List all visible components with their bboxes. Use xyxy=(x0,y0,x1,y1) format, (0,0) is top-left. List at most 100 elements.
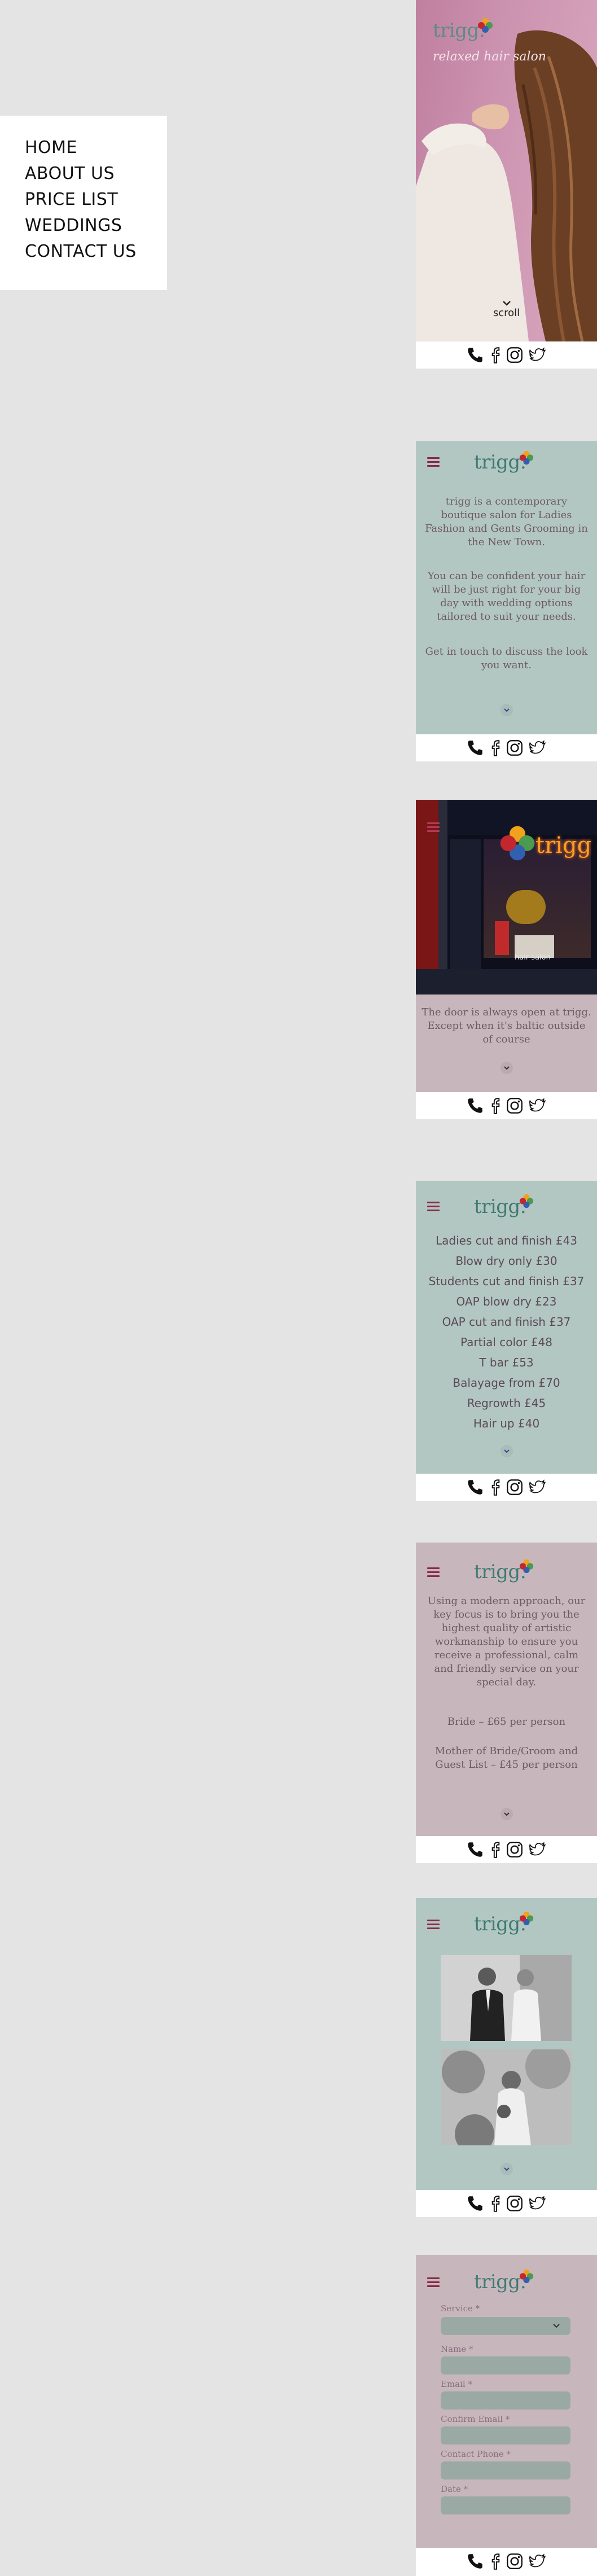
facebook-icon[interactable] xyxy=(486,2194,506,2213)
social-bar xyxy=(416,1092,597,1119)
price-item: Partial color £48 xyxy=(460,1335,552,1349)
contact-panel: trigg. Service * Name * Email * Confirm … xyxy=(416,2255,597,2548)
twitter-icon[interactable] xyxy=(528,738,547,757)
service-select[interactable] xyxy=(441,2317,570,2335)
storefront-caption: The door is always open at trigg. Except… xyxy=(422,1006,591,1045)
price-item: Regrowth £45 xyxy=(467,1396,546,1410)
instagram-icon[interactable] xyxy=(505,2552,524,2571)
storefront-image: trigg hair salon xyxy=(416,800,597,995)
price-item: Hair up £40 xyxy=(473,1417,540,1430)
phone-icon[interactable] xyxy=(466,345,485,365)
menu-toggle-button[interactable] xyxy=(427,457,440,469)
price-item: OAP cut and finish £37 xyxy=(442,1315,571,1329)
twitter-icon[interactable] xyxy=(528,2194,547,2213)
flower-logo-icon xyxy=(519,450,534,465)
menu-item-contact-us[interactable]: CONTACT US xyxy=(25,239,167,265)
instagram-icon[interactable] xyxy=(505,2194,524,2213)
phone-icon[interactable] xyxy=(466,2194,485,2213)
name-field[interactable] xyxy=(441,2356,570,2375)
chevron-down-icon xyxy=(503,1066,510,1070)
facebook-icon[interactable] xyxy=(486,1478,506,1497)
price-item: OAP blow dry £23 xyxy=(456,1295,557,1308)
scroll-down-button[interactable] xyxy=(500,1808,513,1820)
wedding-photo-couple[interactable] xyxy=(441,1955,572,2041)
chevron-down-icon xyxy=(503,708,510,712)
facebook-icon[interactable] xyxy=(486,345,506,365)
hero-tagline: relaxed hair salon xyxy=(433,50,546,64)
menu-toggle-button[interactable] xyxy=(427,2277,440,2289)
about-weddings: You can be confident your hair will be j… xyxy=(427,570,586,623)
twitter-icon[interactable] xyxy=(528,1478,547,1497)
scroll-down-button[interactable] xyxy=(500,2163,513,2175)
chevron-down-icon xyxy=(502,301,511,306)
confirm-email-field[interactable] xyxy=(441,2426,570,2444)
social-bar xyxy=(416,2190,597,2217)
twitter-icon[interactable] xyxy=(528,2552,547,2571)
scroll-indicator[interactable]: scroll xyxy=(416,300,597,319)
wedding-photo-bride[interactable] xyxy=(441,2049,572,2145)
instagram-icon[interactable] xyxy=(505,345,524,365)
weddings-panel: trigg. Using a modern approach, our key … xyxy=(416,1543,597,1836)
prices-panel: trigg. Ladies cut and finish £43 Blow dr… xyxy=(416,1181,597,1474)
price-item: Ladies cut and finish £43 xyxy=(435,1234,578,1247)
flower-logo-icon xyxy=(519,1911,534,1926)
menu-item-home[interactable]: HOME xyxy=(25,135,167,161)
storefront-panel: trigg hair salon The door is always open… xyxy=(416,800,597,1092)
chevron-down-icon xyxy=(503,1449,510,1453)
scroll-label: scroll xyxy=(493,307,520,319)
main-menu: HOME ABOUT US PRICE LIST WEDDINGS CONTAC… xyxy=(0,116,167,290)
social-bar xyxy=(416,1474,597,1501)
price-list: Ladies cut and finish £43 Blow dry only … xyxy=(416,1230,597,1434)
gallery-panel: trigg. xyxy=(416,1898,597,2190)
storefront-sign: trigg xyxy=(535,833,592,858)
date-label: Date * xyxy=(441,2484,468,2494)
twitter-icon[interactable] xyxy=(528,1840,547,1859)
instagram-icon[interactable] xyxy=(505,1478,524,1497)
phone-icon[interactable] xyxy=(466,1478,485,1497)
contact-phone-field[interactable] xyxy=(441,2461,570,2479)
social-bar xyxy=(416,2548,597,2576)
chevron-down-icon xyxy=(503,1812,510,1816)
phone-icon[interactable] xyxy=(466,2552,485,2571)
twitter-icon[interactable] xyxy=(528,345,547,365)
menu-toggle-button[interactable] xyxy=(427,822,440,834)
flower-logo-icon xyxy=(519,1559,534,1574)
menu-item-weddings[interactable]: WEDDINGS xyxy=(25,213,167,239)
scroll-down-button[interactable] xyxy=(500,704,513,716)
phone-icon[interactable] xyxy=(466,738,485,757)
instagram-icon[interactable] xyxy=(505,738,524,757)
facebook-icon[interactable] xyxy=(486,2552,506,2571)
menu-toggle-button[interactable] xyxy=(427,1202,440,1213)
price-item: Balayage from £70 xyxy=(453,1376,560,1390)
menu-item-price-list[interactable]: PRICE LIST xyxy=(25,187,167,213)
facebook-icon[interactable] xyxy=(486,1096,506,1115)
about-panel: trigg. trigg is a contemporary boutique … xyxy=(416,441,597,734)
menu-toggle-button[interactable] xyxy=(427,1567,440,1579)
phone-icon[interactable] xyxy=(466,1096,485,1115)
service-label: Service * xyxy=(441,2303,480,2314)
date-field[interactable] xyxy=(441,2496,570,2514)
twitter-icon[interactable] xyxy=(528,1096,547,1115)
about-intro: trigg is a contemporary boutique salon f… xyxy=(425,496,588,548)
storefront-sign-sub: hair salon xyxy=(515,953,551,962)
chevron-down-icon xyxy=(503,2167,510,2171)
flower-sign-icon xyxy=(500,826,535,861)
social-bar xyxy=(416,1836,597,1863)
flower-logo-icon xyxy=(519,1194,534,1208)
facebook-icon[interactable] xyxy=(486,1840,506,1859)
weddings-bride-price: Bride – £65 per person xyxy=(447,1716,566,1728)
email-field[interactable] xyxy=(441,2391,570,2409)
facebook-icon[interactable] xyxy=(486,738,506,757)
email-label: Email * xyxy=(441,2379,472,2389)
scroll-down-button[interactable] xyxy=(500,1062,513,1074)
price-item: T bar £53 xyxy=(479,1356,534,1369)
about-contact: Get in touch to discuss the look you wan… xyxy=(425,646,588,671)
instagram-icon[interactable] xyxy=(505,1840,524,1859)
price-item: Blow dry only £30 xyxy=(455,1254,558,1268)
instagram-icon[interactable] xyxy=(505,1096,524,1115)
flower-logo-icon xyxy=(478,18,493,33)
menu-item-about-us[interactable]: ABOUT US xyxy=(25,161,167,187)
phone-icon[interactable] xyxy=(466,1840,485,1859)
scroll-down-button[interactable] xyxy=(500,1445,513,1457)
menu-toggle-button[interactable] xyxy=(427,1920,440,1931)
